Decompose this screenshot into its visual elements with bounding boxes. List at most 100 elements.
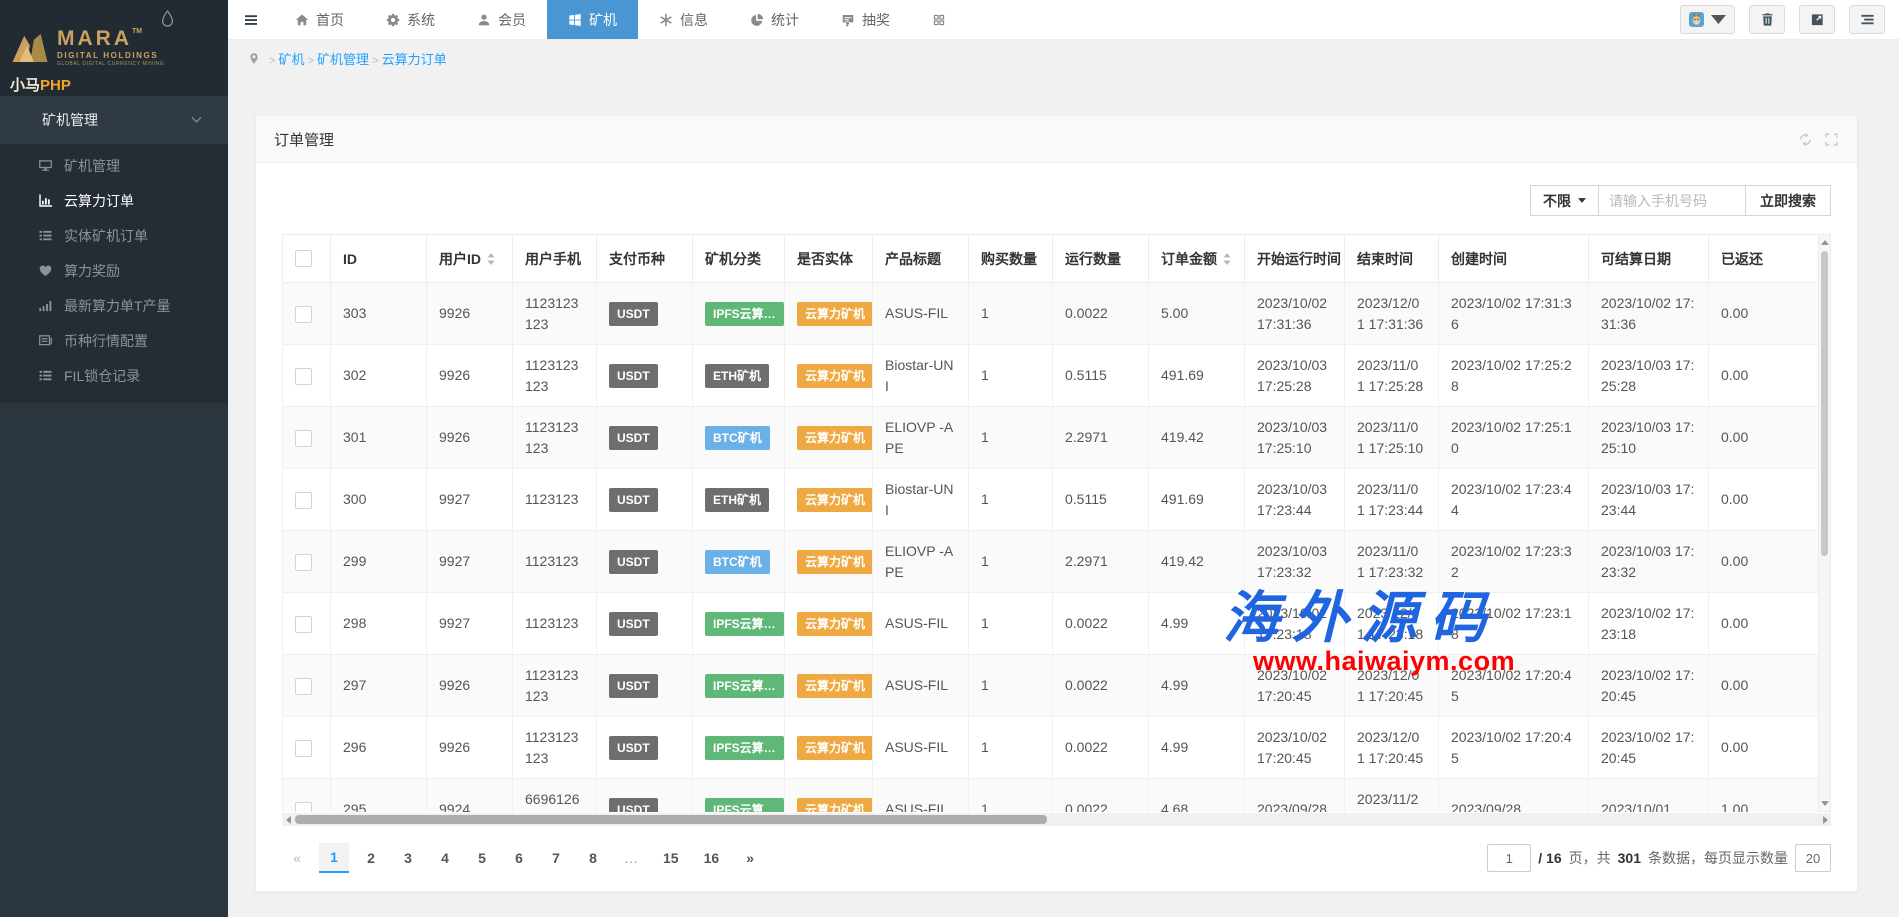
page-16[interactable]: 16 (695, 843, 729, 873)
nav-item-apps[interactable] (911, 0, 967, 39)
page-size-input[interactable] (1795, 844, 1831, 872)
page-number-input[interactable] (1487, 844, 1531, 872)
sidebar-item-label: 云算力订单 (64, 191, 134, 211)
cell-run_qty: 2.2971 (1053, 531, 1149, 593)
row-checkbox[interactable] (295, 368, 312, 385)
sidebar-item-币种行情配置[interactable]: 币种行情配置 (0, 323, 228, 358)
sidebar-item-FIL锁仓记录[interactable]: FIL锁仓记录 (0, 358, 228, 393)
cell-buy_qty: 1 (969, 593, 1053, 655)
row-checkbox[interactable] (295, 678, 312, 695)
sidebar-item-云算力订单[interactable]: 云算力订单 (0, 183, 228, 218)
row-checkbox[interactable] (295, 306, 312, 323)
row-checkbox[interactable] (295, 492, 312, 509)
cell-buy_qty: 1 (969, 283, 1053, 345)
table-row: 2959924669612601USDTIPFS云算…云算力矿机ASUS-FIL… (283, 779, 1819, 813)
column-header-label: 结束时间 (1357, 251, 1413, 267)
expand-icon[interactable] (1824, 132, 1839, 147)
fullscreen-button[interactable] (1799, 5, 1835, 34)
cell-product: ASUS-FIL (873, 593, 969, 655)
cell-create_time: 2023/10/02 17:31:36 (1439, 283, 1589, 345)
table-row: 30199261123123123USDTBTC矿机云算力矿机ELIOVP -A… (283, 407, 1819, 469)
cell-id: 296 (331, 717, 427, 779)
prev-page[interactable]: « (282, 843, 312, 873)
page-5[interactable]: 5 (467, 843, 497, 873)
sidebar-item-label: FIL锁仓记录 (64, 366, 140, 386)
row-checkbox-cell (283, 655, 331, 717)
sidebar-item-label: 币种行情配置 (64, 331, 148, 351)
cell-entity: 云算力矿机 (785, 531, 873, 593)
row-checkbox[interactable] (295, 554, 312, 571)
nav-item-label: 统计 (771, 10, 799, 30)
scroll-left-arrow-icon[interactable] (282, 813, 294, 826)
row-checkbox-cell (283, 779, 331, 813)
nav-item-矿机[interactable]: 矿机 (547, 0, 638, 39)
cell-category: BTC矿机 (693, 407, 785, 469)
user-menu-button[interactable] (1680, 5, 1735, 34)
page-3[interactable]: 3 (393, 843, 423, 873)
page-list: «12345678…1516» (282, 843, 765, 873)
page-15[interactable]: 15 (654, 843, 688, 873)
nav-item-信息[interactable]: 信息 (638, 0, 729, 39)
nav-item-会员[interactable]: 会员 (456, 0, 547, 39)
page-2[interactable]: 2 (356, 843, 386, 873)
cell-pay_coin: USDT (597, 531, 693, 593)
horizontal-scroll-thumb[interactable] (295, 815, 1047, 824)
cell-buy_qty: 1 (969, 779, 1053, 813)
row-checkbox[interactable] (295, 430, 312, 447)
next-page[interactable]: » (735, 843, 765, 873)
page-7[interactable]: 7 (541, 843, 571, 873)
nav-item-首页[interactable]: 首页 (274, 0, 365, 39)
breadcrumb-link-矿机[interactable]: 矿机 (278, 52, 304, 67)
nav-item-抽奖[interactable]: 抽奖 (820, 0, 911, 39)
filter-dropdown[interactable]: 不限 (1530, 185, 1599, 216)
user-icon (477, 13, 491, 27)
scroll-up-arrow-icon[interactable] (1819, 236, 1830, 249)
search-button[interactable]: 立即搜索 (1746, 185, 1831, 216)
column-header-label: 产品标题 (885, 251, 941, 267)
nav-item-统计[interactable]: 统计 (729, 0, 820, 39)
badge-IPFS云算…: IPFS云算… (705, 736, 784, 760)
page-4[interactable]: 4 (430, 843, 460, 873)
cell-settle_date: 2023/10/02 17:20:45 (1589, 717, 1709, 779)
phone-search-input[interactable] (1599, 185, 1746, 216)
horizontal-scrollbar[interactable] (282, 813, 1831, 826)
sidebar-item-算力奖励[interactable]: 算力奖励 (0, 253, 228, 288)
page-6[interactable]: 6 (504, 843, 534, 873)
column-header-是否实体: 是否实体 (785, 235, 873, 283)
cell-user_id: 9926 (427, 345, 513, 407)
cell-category: IPFS云算… (693, 779, 785, 813)
column-header-结束时间: 结束时间 (1345, 235, 1439, 283)
badge-云算力矿机: 云算力矿机 (797, 426, 873, 450)
sidebar-item-实体矿机订单[interactable]: 实体矿机订单 (0, 218, 228, 253)
breadcrumb-link-矿机管理[interactable]: 矿机管理 (317, 52, 369, 67)
select-all-checkbox[interactable] (295, 250, 312, 267)
badge-云算力矿机: 云算力矿机 (797, 302, 873, 326)
menu-list-button[interactable] (1849, 5, 1885, 34)
refresh-icon[interactable] (1798, 132, 1813, 147)
page-8[interactable]: 8 (578, 843, 608, 873)
badge-IPFS云算…: IPFS云算… (705, 302, 784, 326)
sidebar-section-mining[interactable]: 矿机管理 (0, 96, 228, 144)
column-header-label: ID (343, 251, 357, 267)
scroll-down-arrow-icon[interactable] (1819, 797, 1830, 810)
asterisk-icon (659, 13, 673, 27)
column-header-label: 支付币种 (609, 251, 665, 267)
sidebar-item-最新算力单T产量[interactable]: 最新算力单T产量 (0, 288, 228, 323)
sidebar-toggle-button[interactable] (228, 0, 274, 39)
trash-button[interactable] (1749, 5, 1785, 34)
row-checkbox[interactable] (295, 802, 312, 812)
nav-item-系统[interactable]: 系统 (365, 0, 456, 39)
cell-buy_qty: 1 (969, 717, 1053, 779)
vertical-scroll-thumb[interactable] (1821, 251, 1828, 556)
row-checkbox[interactable] (295, 740, 312, 757)
row-checkbox[interactable] (295, 616, 312, 633)
sidebar-item-矿机管理[interactable]: 矿机管理 (0, 148, 228, 183)
cell-run_qty: 0.0022 (1053, 593, 1149, 655)
badge-USDT: USDT (609, 364, 658, 388)
cell-start_time: 2023/10/03 17:25:10 (1245, 407, 1345, 469)
vertical-scrollbar[interactable] (1818, 234, 1831, 812)
cell-end_time: 2023/11/01 17:25:28 (1345, 345, 1439, 407)
page-1[interactable]: 1 (319, 843, 349, 873)
scroll-right-arrow-icon[interactable] (1819, 813, 1831, 826)
breadcrumb-link-云算力订单[interactable]: 云算力订单 (382, 52, 447, 67)
